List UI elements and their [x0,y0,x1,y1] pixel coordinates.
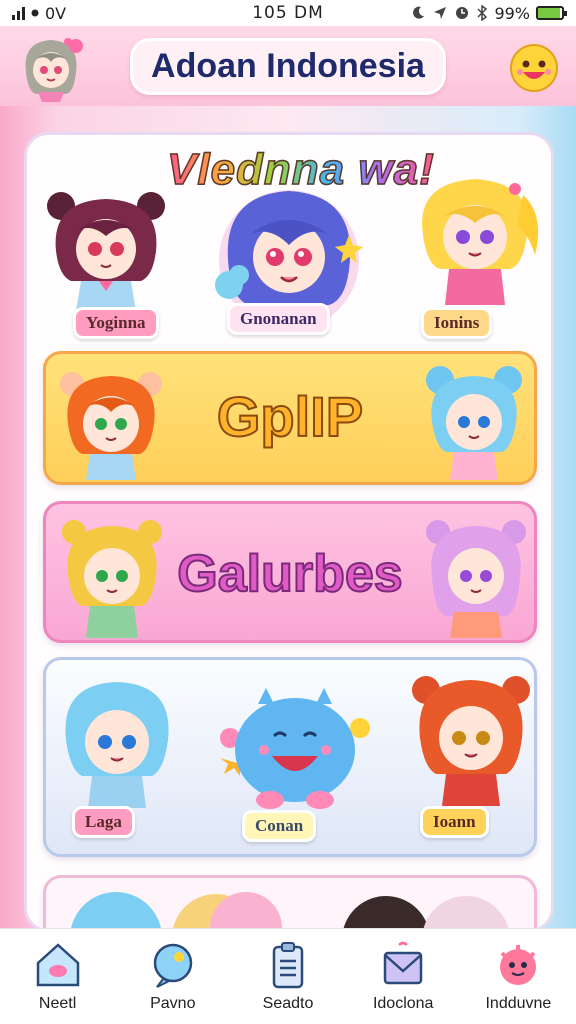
battery-percent: 99% [494,3,530,23]
nav-label: Pavno [150,995,196,1012]
battery-icon [536,6,567,20]
hero-section: Vlednna wa! Yoginna Gnonanan Ionins [27,135,551,345]
nav-item-pavno[interactable]: Pavno [115,929,230,1024]
search-bubble-icon [153,943,193,988]
clock-icon [456,7,469,19]
trio-card[interactable]: Laga Conan Ioann [43,657,537,857]
nav-label: Idoclona [372,995,434,1012]
partial-card[interactable] [43,875,537,929]
character-pink-hair [426,520,526,638]
name-tag: Laga [72,806,135,838]
bottom-nav: Neetl Pavno Seadto Idoclona Indduvne [0,928,576,1024]
chibi-girl-avatar-icon[interactable] [16,32,86,102]
status-time: 105 DM [252,3,324,23]
name-tag: Ionins [421,307,493,339]
name-tag: Ioann [420,806,489,838]
partial-characters [70,892,509,929]
blob-monster [220,688,370,809]
status-left: 0V [12,4,66,23]
character-blonde-hair[interactable] [405,165,545,305]
character-cyan-hair [65,682,169,808]
character-red-hair [412,676,530,806]
galurbes-card[interactable]: Galurbes [43,501,537,643]
signal-icon [12,6,25,20]
nav-item-idoclona[interactable]: Idoclona [346,929,461,1024]
gplip-card[interactable]: GplIP [43,351,537,485]
clipboard-icon [272,942,304,989]
carrier-label: 0V [45,3,67,23]
character-badge-icon [500,945,537,985]
mail-icon [383,941,423,985]
nav-item-neetl[interactable]: Neetl [0,929,115,1024]
nav-label: Indduvne [485,995,552,1012]
dot-icon [31,9,39,17]
status-bar: 0V 105 DM 99% [0,0,576,26]
nav-label: Neetl [38,995,77,1012]
smiley-face-icon[interactable] [508,42,560,94]
moon-icon [413,6,425,19]
character-maroon-hair[interactable] [41,181,171,311]
header-title-pill: Adoan Indonesia [130,37,446,95]
name-tag: Yoginna [73,307,159,339]
bluetooth-icon [477,5,488,21]
location-icon [434,7,447,19]
character-lightblue-hair [426,366,522,480]
page-title: Adoan Indonesia [151,46,425,85]
main-content: Vlednna wa! Yoginna Gnonanan Ionins GplI… [24,132,554,932]
app-header: Adoan Indonesia [0,26,576,106]
nav-item-seadto[interactable]: Seadto [230,929,345,1024]
home-icon [36,943,79,987]
name-tag: Conan [242,810,317,842]
nav-item-indduvne[interactable]: Indduvne [461,929,576,1024]
nav-label: Seadto [262,995,314,1012]
status-right: 99% [410,3,567,23]
name-tag: Gnonanan [227,303,330,335]
